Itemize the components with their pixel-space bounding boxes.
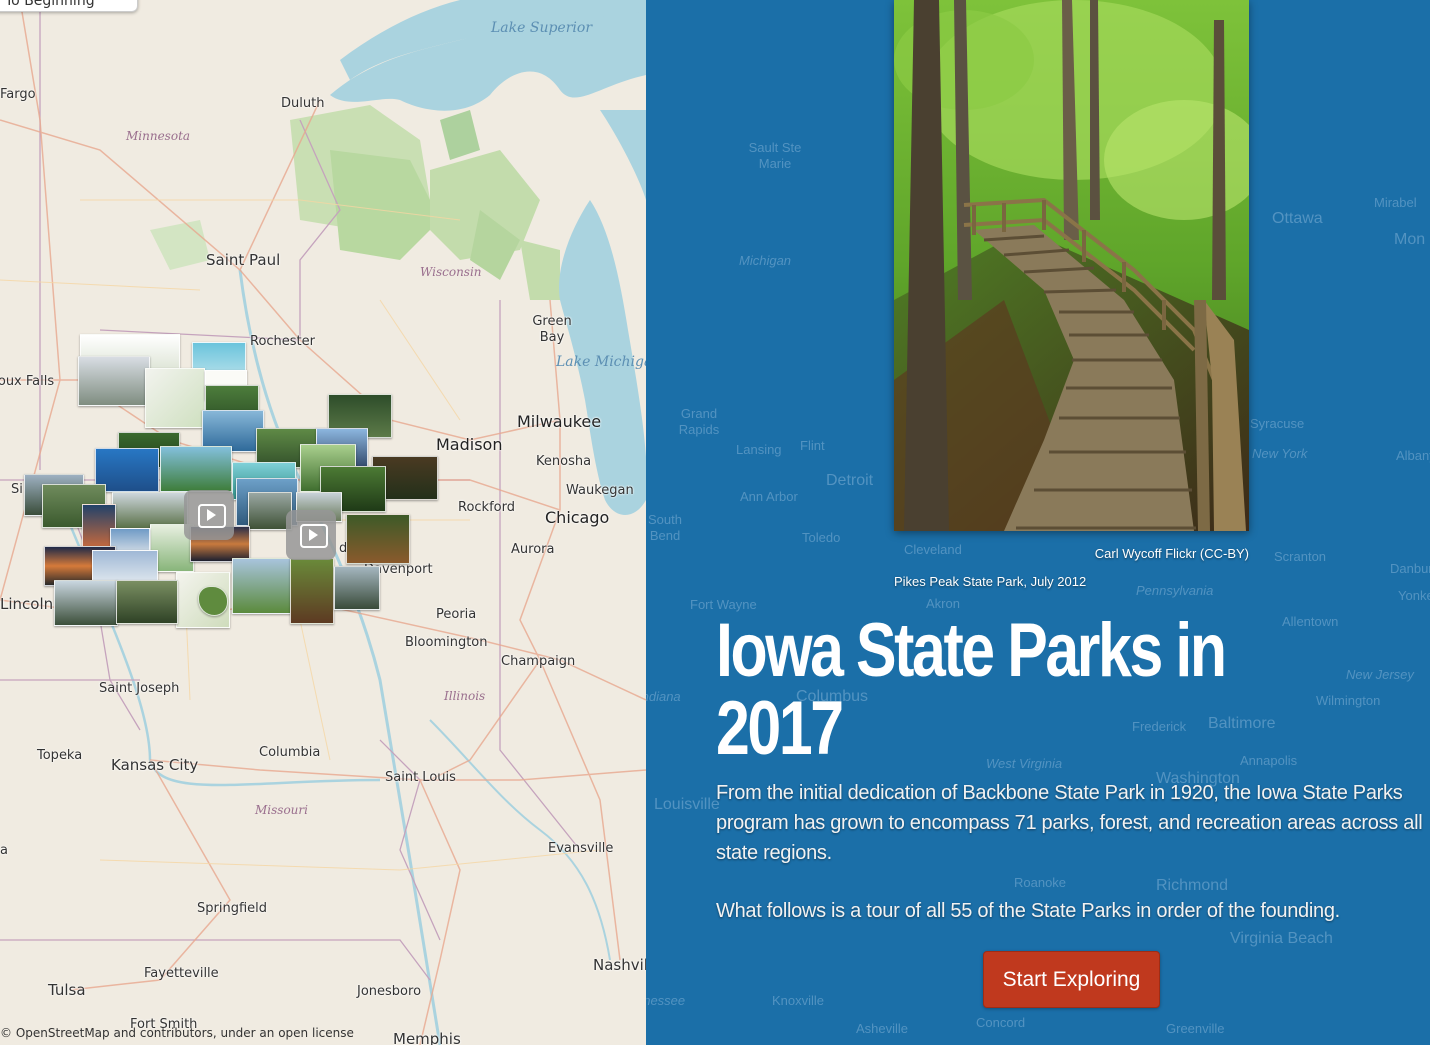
bg-map-label: Asheville — [856, 1021, 909, 1036]
bg-map-label: Tennessee — [646, 993, 686, 1008]
bg-map-label: Virginia Beach — [1230, 930, 1333, 947]
bg-map-label: South Bend — [648, 512, 682, 543]
intro-paragraph: From the initial dedication of Backbone … — [716, 782, 1423, 864]
open-license-link[interactable]: open license — [278, 1026, 354, 1040]
bg-map-label: Louisville — [654, 796, 720, 813]
photo-marker[interactable] — [346, 514, 410, 564]
bg-map-label: Michigan — [739, 253, 792, 268]
page-title: Iowa State Parks in 2017 — [716, 608, 1227, 771]
photo-caption: Pikes Peak State Park, July 2012 — [894, 574, 1087, 589]
story-map[interactable]: Lake Superior Lake Michigan Minnesota Wi… — [0, 0, 646, 1045]
bg-map-label: Yonkers — [1398, 588, 1430, 603]
bg-map-label: New Jersey — [1346, 667, 1414, 682]
bg-map-label: Mon — [1394, 231, 1426, 248]
photo-marker[interactable] — [160, 446, 232, 492]
photo-marker[interactable] — [54, 580, 118, 626]
bg-map-label: Syracuse — [1250, 416, 1305, 431]
to-beginning-button[interactable]: To Beginning — [0, 0, 138, 12]
bg-map-label: Detroit — [826, 472, 874, 489]
bg-map-label: Ottawa — [1272, 210, 1323, 227]
bg-map-label: Albany — [1396, 448, 1430, 463]
intro-text: From the initial dedication of Backbone … — [716, 778, 1430, 926]
bg-map-label: Sault Ste Marie — [748, 140, 802, 171]
bg-map-label: Scranton — [1274, 549, 1327, 564]
bg-map-label: Grand Rapids — [678, 406, 720, 437]
photo-marker-cluster — [0, 0, 646, 1045]
bg-map-label: Danbury — [1390, 561, 1430, 576]
video-marker-play-icon[interactable] — [184, 490, 234, 540]
hero-photo-pikes-peak — [894, 0, 1249, 531]
intro-paragraph: What follows is a tour of all 55 of the … — [716, 900, 1340, 922]
bg-map-label: Mirabel — [1374, 195, 1417, 210]
bg-map-label: Flint — [800, 438, 825, 453]
bg-map-label: Pennsylvania — [1136, 583, 1214, 598]
video-marker-play-icon[interactable] — [286, 510, 336, 560]
bg-map-label: Concord — [976, 1015, 1026, 1030]
photo-marker[interactable] — [145, 368, 205, 428]
photo-marker[interactable] — [78, 356, 150, 406]
bg-map-label: Knoxville — [772, 993, 825, 1008]
photo-marker[interactable] — [334, 566, 380, 610]
photo-marker[interactable] — [92, 550, 158, 582]
photo-marker[interactable] — [232, 558, 292, 614]
photo-marker[interactable] — [290, 558, 334, 624]
photo-marker[interactable] — [116, 580, 178, 624]
photo-credit: Carl Wycoff Flickr (CC-BY) — [1094, 546, 1249, 561]
bg-map-label: Toledo — [802, 530, 841, 545]
bg-map-label: Ann Arbor — [740, 489, 798, 504]
bg-map-label: New York — [1252, 446, 1308, 461]
start-exploring-button[interactable]: Start Exploring — [983, 951, 1160, 1008]
photo-marker[interactable] — [198, 586, 228, 616]
intro-panel: Sault Ste Marie Michigan Grand Rapids La… — [646, 0, 1430, 1045]
bg-map-label: Greenville — [1166, 1021, 1225, 1036]
map-attribution: © OpenStreetMap and contributors, under … — [0, 1026, 354, 1040]
bg-map-label: Lansing — [736, 442, 782, 457]
attribution-text: © OpenStreetMap and contributors, under … — [0, 1026, 275, 1040]
bg-map-label: Indiana — [646, 689, 681, 704]
